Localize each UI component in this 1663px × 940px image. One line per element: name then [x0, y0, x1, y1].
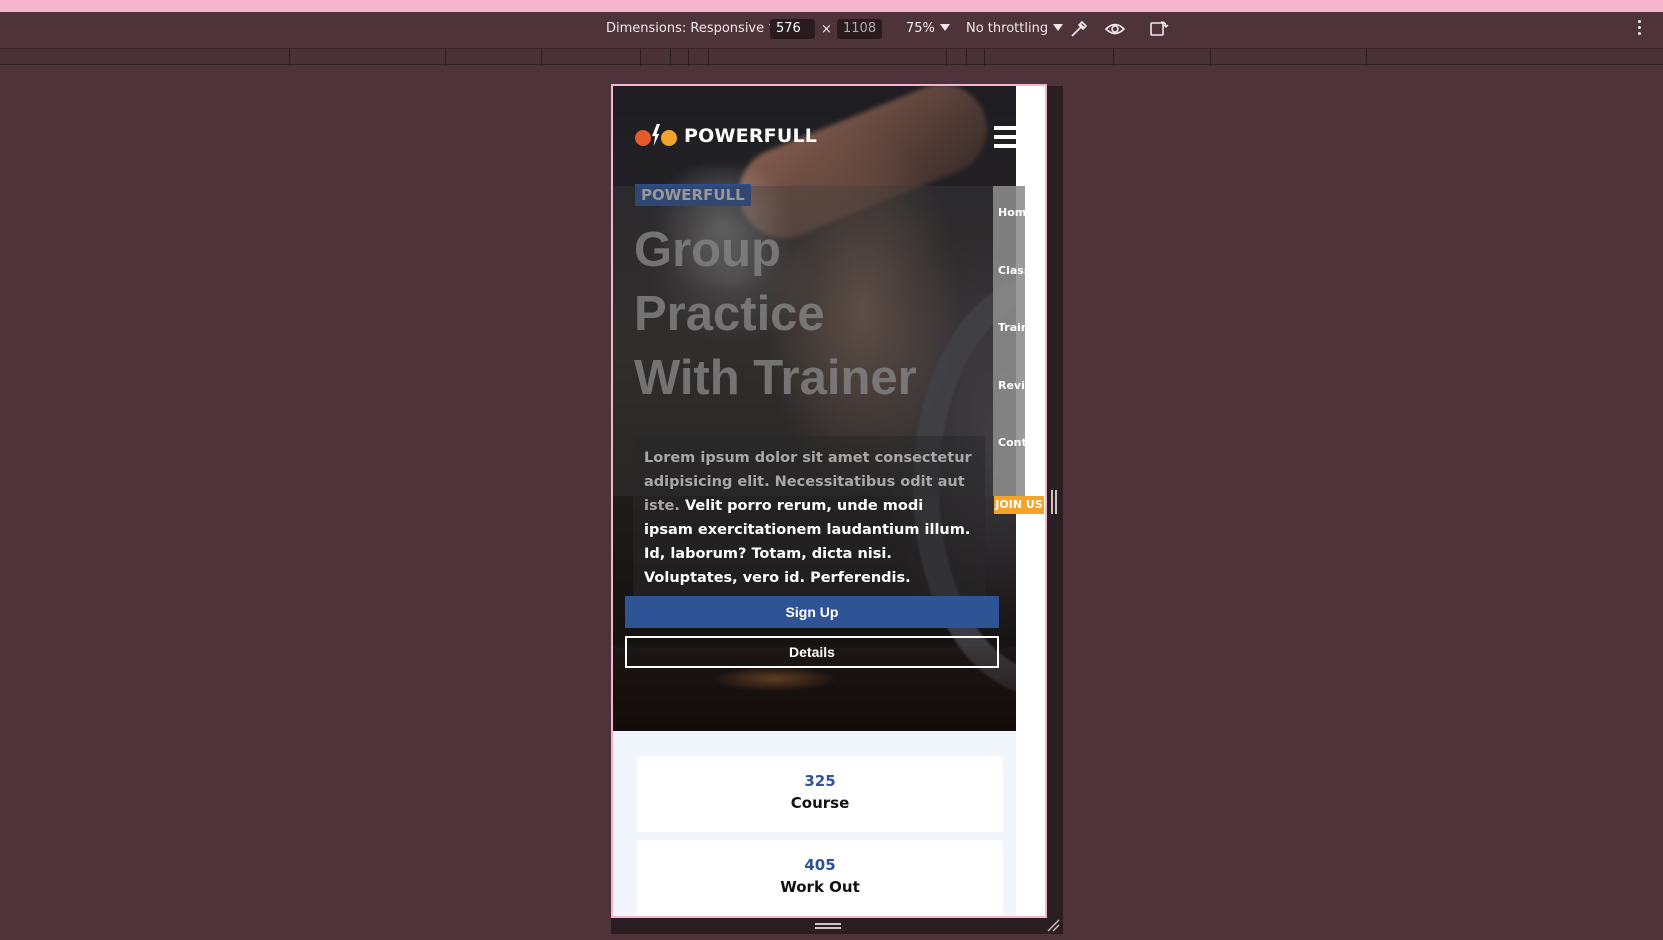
dimensions-label: Dimensions: Responsive: [606, 21, 765, 36]
stat-value: 325: [804, 772, 836, 790]
stats-section: 325 Course 405 Work Out: [613, 731, 1016, 916]
eyedropper-icon[interactable]: [1068, 18, 1090, 40]
nav-item-contact[interactable]: Contact: [998, 436, 1045, 449]
nav-item-review[interactable]: Review: [998, 379, 1043, 392]
hero-description-text: Velit porro rerum, unde modi ipsam exerc…: [644, 498, 971, 586]
media-query-ruler: [0, 48, 1663, 66]
times-icon: ×: [821, 22, 832, 37]
kebab-menu-icon[interactable]: [1636, 20, 1642, 38]
rotate-icon[interactable]: [1147, 18, 1169, 40]
dimensions-dropdown[interactable]: Dimensions: Responsive: [606, 21, 780, 36]
stat-label: Course: [790, 794, 850, 812]
width-input[interactable]: 576: [770, 19, 815, 39]
zoom-dropdown[interactable]: 75%: [906, 21, 950, 36]
mobile-nav-panel: [993, 186, 1025, 496]
throttling-label: No throttling: [966, 21, 1049, 36]
hero-description: Lorem ipsum dolor sit amet consectetur a…: [633, 436, 985, 600]
stat-card-workout: 405 Work Out: [637, 840, 1003, 916]
device-toolbar: Dimensions: Responsive 576 × 1108 75% No…: [0, 12, 1663, 48]
throttling-dropdown[interactable]: No throttling: [966, 21, 1064, 36]
brand-name: POWERFULL: [684, 125, 818, 147]
signup-button[interactable]: Sign Up: [625, 596, 999, 628]
stat-card-course: 325 Course: [637, 756, 1003, 832]
nav-item-trainer[interactable]: Trainer: [998, 321, 1042, 334]
zoom-label: 75%: [906, 21, 935, 36]
hamburger-menu-icon[interactable]: [994, 126, 1016, 152]
nav-item-home[interactable]: Home: [998, 206, 1034, 219]
logo-icon: [635, 124, 681, 148]
chevron-down-icon: [939, 24, 950, 31]
chevron-down-icon: [1053, 24, 1064, 31]
right-resize-handle[interactable]: [1051, 490, 1057, 514]
hero-section: POWERFULL POWERFULL Group Practice With …: [613, 86, 1016, 731]
eye-icon[interactable]: [1104, 18, 1126, 40]
bottom-resize-handle[interactable]: [611, 918, 1063, 934]
stat-label: Work Out: [780, 878, 860, 896]
stat-value: 405: [804, 856, 836, 874]
device-viewport: POWERFULL POWERFULL Group Practice With …: [611, 84, 1047, 918]
height-input[interactable]: 1108: [837, 19, 882, 39]
nav-item-classes[interactable]: Classes: [998, 264, 1044, 277]
site-logo[interactable]: POWERFULL: [635, 124, 817, 148]
details-button[interactable]: Details: [625, 636, 999, 668]
browser-top-strip: [0, 0, 1663, 12]
join-us-button[interactable]: JOIN US: [994, 496, 1044, 514]
corner-resize-icon[interactable]: [1046, 918, 1060, 932]
